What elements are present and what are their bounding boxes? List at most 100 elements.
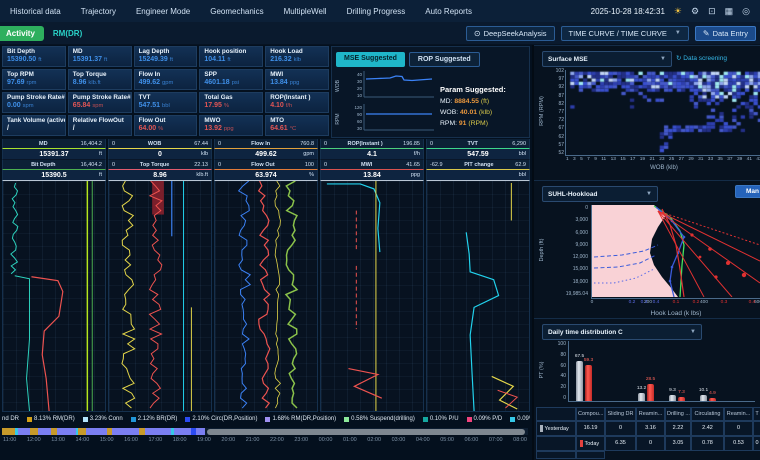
track-scale-row: 0WOB67.44 <box>108 139 212 149</box>
track-scale-row: 0Flow Out100 <box>214 160 318 170</box>
mini-ylabel: RPM <box>335 105 341 133</box>
track-scale-row: 0MWI41.65 <box>320 160 424 170</box>
metric-card-bit-depth[interactable]: Bit Depth15390.50ft <box>2 46 66 67</box>
timeline-scrollbar-handle[interactable] <box>207 429 525 435</box>
manage-button[interactable]: Man <box>735 185 760 198</box>
metric-card-top-rpm[interactable]: Top RPM97.69rpm <box>2 69 66 90</box>
timeline-segment <box>174 428 191 435</box>
metric-value: / <box>73 125 127 132</box>
daily-bar <box>709 398 716 401</box>
apps-grid-icon[interactable]: ▦ <box>725 7 734 16</box>
legend-item: 1.68% RM(DR,Position) <box>265 416 336 422</box>
timeline-strip[interactable] <box>2 428 528 435</box>
nav-item-geomechanics[interactable]: Geomechanics <box>210 7 263 16</box>
timeline-segment <box>86 428 107 435</box>
metric-card-relative-flowout[interactable]: Relative FlowOut/ <box>68 115 132 136</box>
track-scale-row: MD16,404.2 <box>2 139 106 149</box>
theme-sun-icon[interactable]: ☀ <box>674 7 682 16</box>
mse-y-tick: 52 <box>558 150 564 156</box>
metric-value: 13.92ppg <box>204 125 258 132</box>
time-tick: 06:00 <box>465 437 479 443</box>
metric-card-total-gas[interactable]: Total Gas17.95% <box>199 92 263 113</box>
metric-label: Top RPM <box>7 71 61 78</box>
track-scale-row: -62.9PIT change62.9 <box>426 160 530 170</box>
metric-card-tank-volume-active-[interactable]: Tank Volume (active)/ <box>2 115 66 136</box>
track-plot-1[interactable] <box>2 181 106 412</box>
daily-table-cell: 16.19 <box>576 421 605 436</box>
hook-x-tick: 0 <box>591 300 594 305</box>
metric-card-hook-load[interactable]: Hook Load216.32klb <box>265 46 329 67</box>
track-plot-3[interactable] <box>214 181 318 412</box>
track-plot-2[interactable] <box>108 181 212 412</box>
mse-y-tick: 57 <box>558 142 564 148</box>
nav-item-historical-data[interactable]: Historical data <box>10 7 61 16</box>
fullscreen-icon[interactable]: ⊡ <box>708 7 716 16</box>
datetime-label: 2025-10-28 18:42:31 <box>591 7 665 16</box>
nav-item-engineer-mode[interactable]: Engineer Mode <box>136 7 190 16</box>
hookload-dropdown[interactable]: SUHL-Hookload ▼ <box>542 186 658 202</box>
daily-table-cell: 0 <box>605 421 636 436</box>
metric-card-mwi[interactable]: MWI13.84ppg <box>265 69 329 90</box>
metric-card-mto[interactable]: MTO64.61°C <box>265 115 329 136</box>
track-plot-5[interactable] <box>426 181 530 412</box>
metric-label: Lag Depth <box>139 48 193 55</box>
legend-swatch <box>344 417 349 422</box>
daily-bar <box>638 393 645 401</box>
metric-label: ROP(Instant ) <box>270 94 324 101</box>
daily-table-cell: 2.22 <box>665 421 691 436</box>
time-tick: 15:00 <box>100 437 114 443</box>
right-panel: Surface MSE ▼ ↻ Data screening RPM (RPM)… <box>532 45 760 460</box>
track-plot-4[interactable] <box>320 181 424 412</box>
legend-swatch <box>131 417 136 422</box>
metric-card-lag-depth[interactable]: Lag Depth15249.39ft <box>134 46 198 67</box>
mse-x-tick: 29 <box>688 157 693 162</box>
rop-suggested-button[interactable]: ROP Suggested <box>409 52 480 67</box>
hook-y-tick: 0 <box>585 205 588 211</box>
metric-card-top-torque[interactable]: Top Torque8.96klb.ft <box>68 69 132 90</box>
daily-distribution-dropdown[interactable]: Daily time distribution C ▼ <box>542 324 702 340</box>
metric-card-mwo[interactable]: MWO13.92ppg <box>199 115 263 136</box>
curve-type-select[interactable]: TIME CURVE / TIME CURVE ▼ <box>561 26 689 41</box>
surface-mse-dropdown[interactable]: Surface MSE ▼ <box>542 51 672 67</box>
metric-card-pump-stroke-rate-2[interactable]: Pump Stroke Rate#20.00spm <box>2 92 66 113</box>
nav-item-multiplewell[interactable]: MultipleWell <box>284 7 327 16</box>
legend-item: 2.10% Circ(DR,Position) <box>185 416 257 422</box>
data-screening-link[interactable]: ↻ Data screening <box>676 54 727 62</box>
legend-item: 8.13% RM(DR) <box>27 416 75 422</box>
metric-card-pump-stroke-rate-3[interactable]: Pump Stroke Rate#365.84spm <box>68 92 132 113</box>
metric-card-spp[interactable]: SPP4601.18psi <box>199 69 263 90</box>
metric-label: Pump Stroke Rate#2 <box>7 94 61 101</box>
metric-card-flow-in[interactable]: Flow In499.62gpm <box>134 69 198 90</box>
mse-y-tick: 87 <box>558 93 564 99</box>
deepseek-analysis-button[interactable]: ⊙ DeepSeekAnalysis <box>466 26 555 41</box>
metric-card-rop-instant-[interactable]: ROP(Instant )4.10f/h <box>265 92 329 113</box>
nav-item-trajectory[interactable]: Trajectory <box>81 7 116 16</box>
metric-card-tvt[interactable]: TVT547.51bbl <box>134 92 198 113</box>
hook-y-tick: 3,000 <box>575 217 588 223</box>
daily-bar <box>585 365 592 401</box>
daily-y-axis-label: PT (%) <box>539 352 545 388</box>
nav-item-auto-reports[interactable]: Auto Reports <box>425 7 472 16</box>
mse-heatmap[interactable] <box>566 70 760 154</box>
power-icon[interactable]: ◎ <box>742 7 750 16</box>
mse-x-tick: 13 <box>611 157 616 162</box>
daily-table-cell: 0.53 <box>724 436 753 451</box>
tab-activity[interactable]: Activity <box>0 26 44 41</box>
metric-card-flow-out[interactable]: Flow Out64.00% <box>134 115 198 136</box>
log-tracks: MD16,404.215391.37ftBit Depth16,404.2153… <box>2 139 530 412</box>
nav-item-drilling-progress[interactable]: Drilling Progress <box>347 7 406 16</box>
mse-suggested-button[interactable]: MSE Suggested <box>336 52 405 67</box>
track-value-row: 15391.37ft <box>2 149 106 160</box>
tab-rm-dr[interactable]: RM(DR) <box>53 29 82 38</box>
daily-table-cell: 3.05 <box>665 436 691 451</box>
param-md: MD: 8884.55 (ft) <box>440 98 506 105</box>
data-entry-button[interactable]: ✎ Data Entry <box>695 26 756 41</box>
mse-x-tick: 43 <box>756 157 760 162</box>
legend-item: 0.09% <box>510 416 530 422</box>
metric-card-md[interactable]: MD15391.37ft <box>68 46 132 67</box>
metric-card-hook-position[interactable]: Hook position104.11ft <box>199 46 263 67</box>
settings-gear-icon[interactable]: ⚙ <box>691 7 699 16</box>
hookload-chart[interactable] <box>592 205 760 297</box>
daily-bar-chart[interactable]: 67.559.313.228.59.37.310.14.9 <box>568 341 755 402</box>
daily-table-cell <box>753 421 760 436</box>
